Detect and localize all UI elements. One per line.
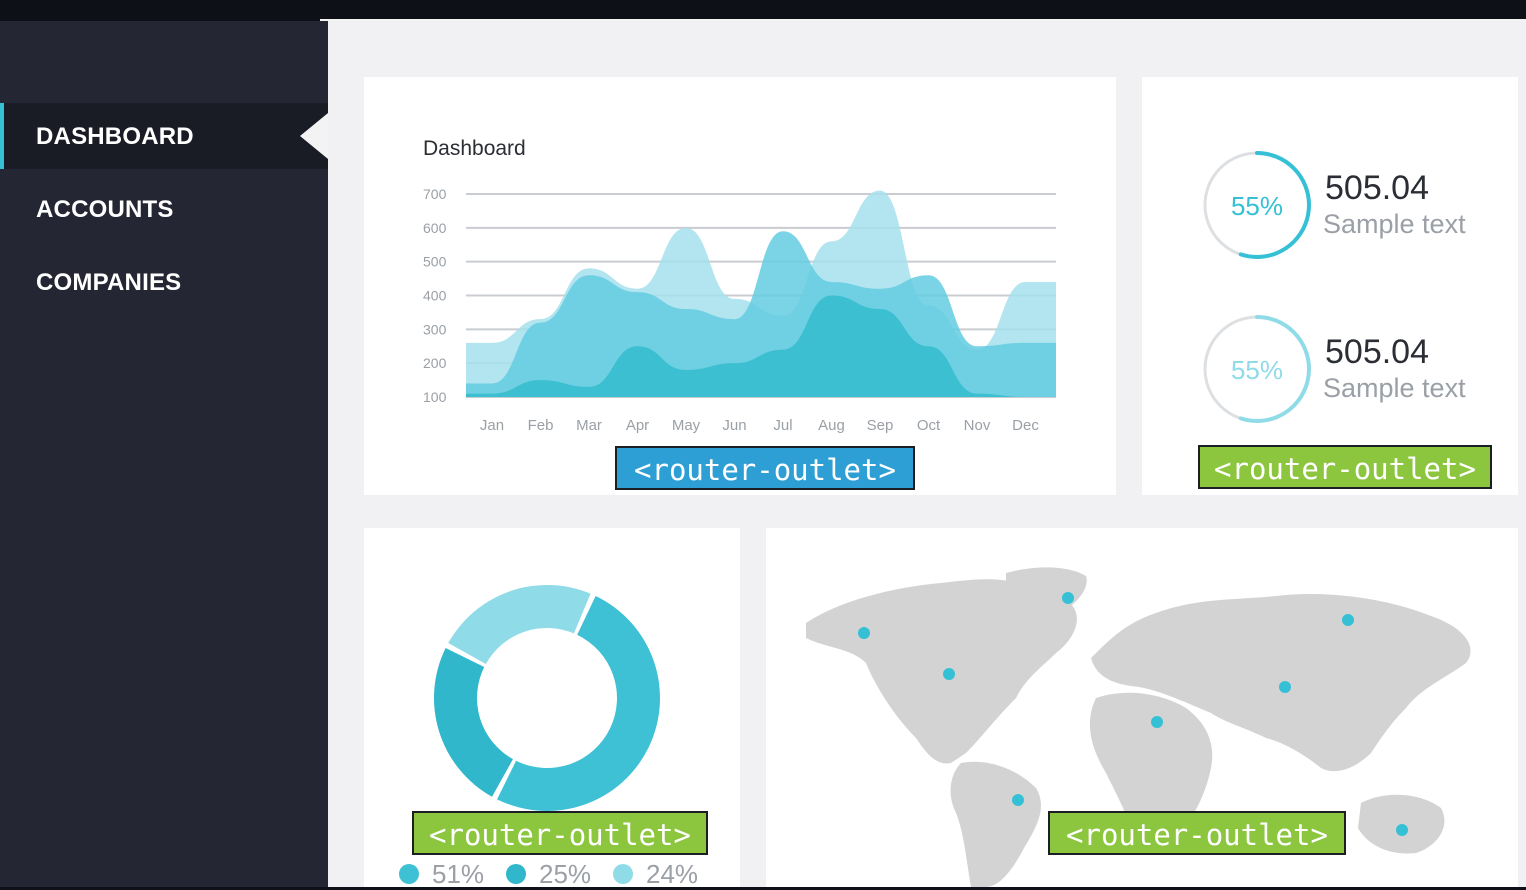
legend-label: 24% (646, 859, 699, 889)
map-marker[interactable] (943, 668, 955, 680)
south-america-shape (950, 761, 1041, 887)
stat-value: 505.04 (1325, 333, 1429, 371)
x-tick-label: Nov (964, 417, 991, 434)
area-chart: Dashboard 700 600 500 400 300 200 100 Jan Feb Ma… (423, 137, 1056, 434)
sidebar-item-label: ACCOUNTS (36, 196, 174, 223)
y-tick-label: 100 (423, 389, 447, 405)
window-top-bar (0, 0, 1526, 21)
x-tick-label: May (672, 417, 701, 434)
sidebar-item-accounts[interactable]: ACCOUNTS (0, 176, 328, 242)
y-tick-label: 500 (423, 254, 447, 270)
donut-card: <router-outlet> 51% 25% 24% (364, 528, 740, 889)
router-outlet-map: <router-outlet> (1048, 811, 1346, 855)
stat-value: 505.04 (1325, 169, 1429, 207)
router-outlet-chart: <router-outlet> (615, 446, 915, 490)
map-marker[interactable] (1151, 716, 1163, 728)
x-tick-label: Sep (867, 417, 894, 434)
legend-dot (613, 864, 633, 884)
x-tick-label: Jun (722, 417, 746, 434)
sidebar-item-dashboard[interactable]: DASHBOARD (0, 103, 328, 169)
legend-dot (506, 864, 526, 884)
sidebar-item-label: COMPANIES (36, 269, 182, 296)
map-card: <router-outlet> (766, 528, 1518, 887)
x-tick-label: Aug (818, 417, 845, 434)
x-tick-label: Jan (480, 417, 504, 434)
y-tick-label: 700 (423, 186, 447, 202)
x-tick-label: Dec (1012, 417, 1039, 434)
donut-segment (448, 585, 591, 664)
chart-title: Dashboard (423, 137, 526, 160)
progress-ring-2: 55% (1203, 315, 1311, 423)
donut-segment (434, 648, 513, 797)
map-marker[interactable] (1396, 824, 1408, 836)
map-marker[interactable] (1279, 681, 1291, 693)
router-outlet-stats: <router-outlet> (1198, 445, 1492, 489)
sidebar-item-label: DASHBOARD (36, 123, 194, 150)
x-tick-label: Jul (773, 417, 792, 434)
x-tick-label: Mar (576, 417, 602, 434)
map-marker[interactable] (1342, 614, 1354, 626)
active-indicator (300, 113, 328, 159)
legend-dot (399, 864, 419, 884)
progress-ring-1: 55% (1203, 151, 1311, 259)
chart-card: Dashboard 700 600 500 400 300 200 100 Jan Feb Ma… (364, 77, 1116, 495)
router-outlet-donut: <router-outlet> (412, 811, 708, 855)
sidebar-item-companies[interactable]: COMPANIES (0, 249, 328, 315)
stat-percent: 55% (1231, 355, 1283, 385)
x-tick-label: Apr (626, 417, 649, 434)
map-marker[interactable] (858, 627, 870, 639)
donut-chart (434, 585, 660, 811)
y-tick-label: 300 (423, 321, 447, 337)
stat-percent: 55% (1231, 191, 1283, 221)
map-marker[interactable] (1062, 592, 1074, 604)
y-tick-label: 200 (423, 355, 447, 371)
x-tick-label: Feb (528, 417, 554, 434)
legend-label: 51% (432, 859, 485, 889)
x-tick-label: Oct (917, 417, 941, 434)
legend-label: 25% (539, 859, 592, 889)
stats-card: 55% 505.04 Sample text 55% 505.04 Sample… (1142, 77, 1518, 495)
main-content: Dashboard 700 600 500 400 300 200 100 Jan Feb Ma… (328, 21, 1526, 889)
stat-text: Sample text (1323, 373, 1466, 403)
stat-text: Sample text (1323, 209, 1466, 239)
map-marker[interactable] (1012, 794, 1024, 806)
y-tick-label: 400 (423, 288, 447, 304)
sidebar: DASHBOARD ACCOUNTS COMPANIES (0, 21, 328, 887)
y-tick-label: 600 (423, 220, 447, 236)
